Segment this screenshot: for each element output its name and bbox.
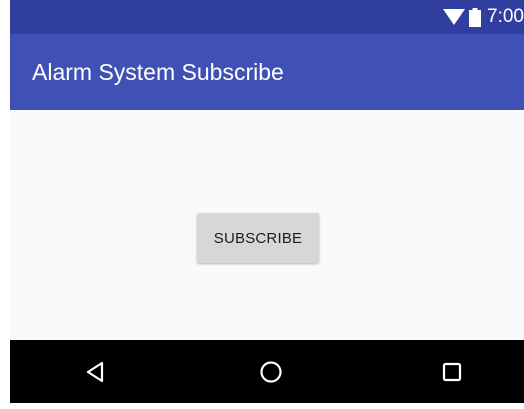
status-icons: 7:00 (443, 6, 524, 28)
main-content: SUBSCRIBE (10, 110, 524, 340)
back-button[interactable] (77, 354, 113, 390)
status-time: 7:00 (487, 6, 524, 27)
subscribe-button[interactable]: SUBSCRIBE (197, 213, 319, 263)
home-icon (260, 361, 282, 383)
recents-button[interactable] (434, 354, 470, 390)
phone-screen: 7:00 Alarm System Subscribe SUBSCRIBE (10, 0, 524, 403)
app-title: Alarm System Subscribe (32, 59, 284, 85)
back-icon (86, 361, 104, 383)
recents-icon (442, 362, 462, 382)
battery-icon (469, 7, 482, 27)
wifi-icon (443, 9, 466, 25)
home-button[interactable] (253, 354, 289, 390)
app-bar: Alarm System Subscribe (10, 34, 524, 110)
status-bar: 7:00 (10, 0, 524, 34)
navigation-bar (10, 340, 524, 403)
